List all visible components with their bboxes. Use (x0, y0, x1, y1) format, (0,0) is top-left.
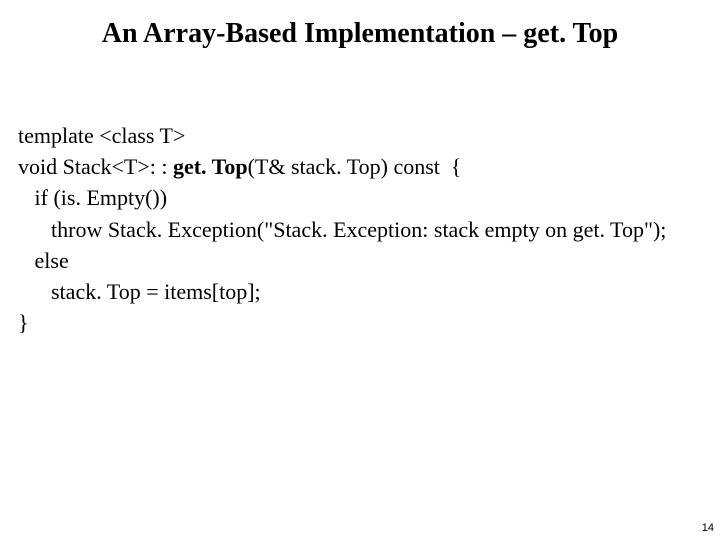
code-line-4: throw Stack. Exception("Stack. Exception… (18, 217, 666, 242)
code-line-3: if (is. Empty()) (18, 185, 167, 210)
code-line-2a: void Stack<T>: : (18, 154, 173, 179)
code-line-1: template <class T> (18, 123, 185, 148)
code-line-5: else (18, 248, 69, 273)
code-block: template <class T> void Stack<T>: : get.… (18, 120, 702, 339)
code-line-2c: (T& stack. Top) const { (248, 154, 462, 179)
slide: An Array-Based Implementation – get. Top… (0, 0, 720, 540)
code-line-2b-method: get. Top (173, 154, 248, 179)
code-line-7: } (18, 310, 29, 335)
code-line-6: stack. Top = items[top]; (18, 279, 261, 304)
page-number: 14 (702, 522, 714, 534)
slide-title: An Array-Based Implementation – get. Top (0, 18, 720, 50)
